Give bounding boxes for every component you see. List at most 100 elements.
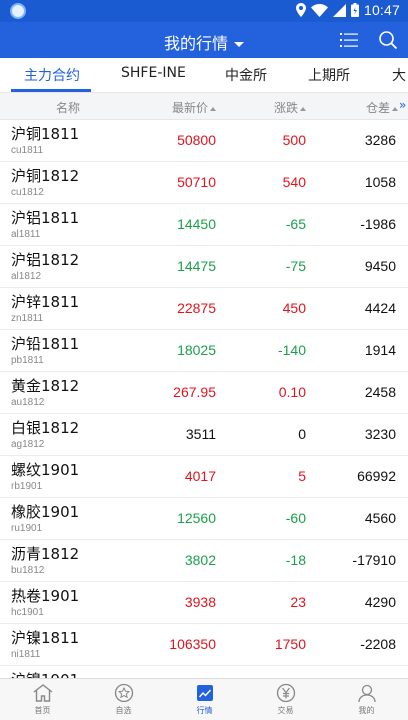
bottom-nav: 首页 自选 行情 交易 我的	[0, 678, 408, 720]
last-price: 3511	[185, 426, 216, 442]
column-oi-sort[interactable]: 仓差	[366, 99, 399, 116]
column-oi-label: 仓差	[366, 101, 391, 115]
contract-code: cu1811	[11, 145, 44, 156]
nav-profile-label: 我的	[358, 706, 375, 715]
contract-name: 螺纹1901	[11, 461, 80, 479]
price-change: 1750	[274, 636, 306, 652]
column-name: 名称	[56, 101, 81, 115]
contract-code: al1811	[11, 229, 41, 240]
last-price: 18025	[177, 342, 216, 358]
quote-row[interactable]: 沪铝1811 al1811 14450 -65 -1986	[0, 204, 408, 246]
sort-icon	[300, 107, 307, 111]
price-change: 0	[298, 426, 306, 442]
price-change: 500	[282, 132, 306, 148]
tab-shfe[interactable]: 上期所	[308, 65, 350, 85]
nav-trade[interactable]: 交易	[245, 679, 326, 720]
quote-row[interactable]: 沪镍1901	[0, 666, 408, 678]
column-price-sort[interactable]: 最新价	[172, 99, 217, 116]
last-price: 4017	[184, 468, 216, 484]
quote-row[interactable]: 沪铜1811 cu1811 50800 500 3286	[0, 120, 408, 162]
contract-name: 热卷1901	[11, 587, 80, 605]
quote-row[interactable]: 螺纹1901 rb1901 4017 5 66992	[0, 456, 408, 498]
last-price: 3802	[184, 552, 216, 568]
home-icon	[33, 684, 53, 702]
search-icon[interactable]	[378, 30, 398, 50]
contract-code: ag1812	[11, 439, 45, 450]
open-interest-change: 4424	[364, 300, 396, 316]
last-price: 106350	[169, 636, 216, 652]
contract-name: 沪镍1901	[11, 669, 79, 678]
price-change: 23	[290, 594, 306, 610]
price-change: -140	[277, 342, 306, 358]
last-price: 267.95	[173, 384, 216, 400]
nav-home[interactable]: 首页	[2, 679, 83, 720]
contract-name: 橡胶1901	[11, 503, 80, 521]
quote-row[interactable]: 橡胶1901 ru1901 12560 -60 4560	[0, 498, 408, 540]
open-interest-change: -2208	[360, 636, 396, 652]
nav-watchlist-label: 自选	[115, 706, 132, 715]
nav-trade-label: 交易	[277, 706, 294, 715]
wifi-icon	[310, 3, 328, 17]
system-icons: 10:47	[295, 2, 400, 18]
star-icon	[114, 683, 134, 703]
list-menu-icon[interactable]	[340, 31, 358, 49]
last-price: 50800	[177, 132, 216, 148]
column-change-label: 涨跌	[274, 101, 299, 115]
last-price: 14475	[177, 258, 216, 274]
contract-code: ni1811	[11, 649, 41, 660]
open-interest-change: 66992	[357, 468, 396, 484]
sort-icon	[392, 107, 399, 111]
price-change: 540	[282, 174, 306, 190]
open-interest-change: 1914	[364, 342, 396, 358]
contract-name: 沪铝1811	[11, 209, 80, 227]
column-change-sort[interactable]: 涨跌	[274, 99, 307, 116]
app-notification-icon	[10, 3, 26, 19]
clock: 10:47	[363, 2, 400, 18]
quote-row[interactable]: 热卷1901 hc1901 3938 23 4290	[0, 582, 408, 624]
open-interest-change: 3230	[364, 426, 396, 442]
quote-row[interactable]: 沪锌1811 zn1811 22875 450 4424	[0, 288, 408, 330]
last-price: 14450	[177, 216, 216, 232]
app-bar: 我的行情	[0, 22, 408, 58]
quote-row[interactable]: 沪铜1812 cu1812 50710 540 1058	[0, 162, 408, 204]
contract-code: pb1811	[11, 355, 44, 366]
contract-name: 沪镍1811	[11, 629, 80, 647]
contract-name: 沪铜1811	[11, 125, 80, 143]
price-change: -60	[285, 510, 306, 526]
open-interest-change: 4290	[364, 594, 396, 610]
tab-cffex[interactable]: 中金所	[225, 65, 267, 85]
last-price: 12560	[177, 510, 216, 526]
contract-code: al1812	[11, 271, 42, 282]
quote-row[interactable]: 沪铅1811 pb1811 18025 -140 1914	[0, 330, 408, 372]
contract-code: cu1812	[11, 187, 44, 198]
contract-name: 沪锌1811	[11, 293, 80, 311]
nav-watchlist[interactable]: 自选	[83, 679, 164, 720]
last-price: 22875	[177, 300, 216, 316]
chart-icon	[197, 685, 213, 701]
quote-row[interactable]: 黄金1812 au1812 267.95 0.10 2458	[0, 372, 408, 414]
price-change: 5	[298, 468, 306, 484]
market-tabs: 主力合约 SHFE-INE 中金所 上期所 大	[0, 58, 408, 92]
open-interest-change: 4560	[364, 510, 396, 526]
price-change: -18	[285, 552, 306, 568]
status-bar: 10:47	[0, 0, 408, 22]
nav-profile[interactable]: 我的	[326, 679, 407, 720]
tab-shfe-ine[interactable]: SHFE-INE	[121, 65, 186, 81]
price-change: 450	[282, 300, 306, 316]
location-icon	[295, 3, 306, 17]
tab-dce[interactable]: 大	[392, 65, 406, 85]
nav-market[interactable]: 行情	[164, 679, 245, 720]
quote-row[interactable]: 沪镍1811 ni1811 106350 1750 -2208	[0, 624, 408, 666]
open-interest-change: -17910	[352, 552, 396, 568]
open-interest-change: 3286	[364, 132, 396, 148]
last-price: 3938	[184, 594, 216, 610]
contract-name: 沪铜1812	[11, 167, 80, 185]
person-icon	[358, 684, 376, 703]
quote-row[interactable]: 沪铝1812 al1812 14475 -75 9450	[0, 246, 408, 288]
quote-row[interactable]: 白银1812 ag1812 3511 0 3230	[0, 414, 408, 456]
tab-main-contracts[interactable]: 主力合约	[24, 65, 80, 85]
more-columns-icon[interactable]: »	[399, 98, 406, 112]
quote-row[interactable]: 沥青1812 bu1812 3802 -18 -17910	[0, 540, 408, 582]
price-change: -65	[285, 216, 306, 232]
signal-icon	[332, 3, 346, 17]
